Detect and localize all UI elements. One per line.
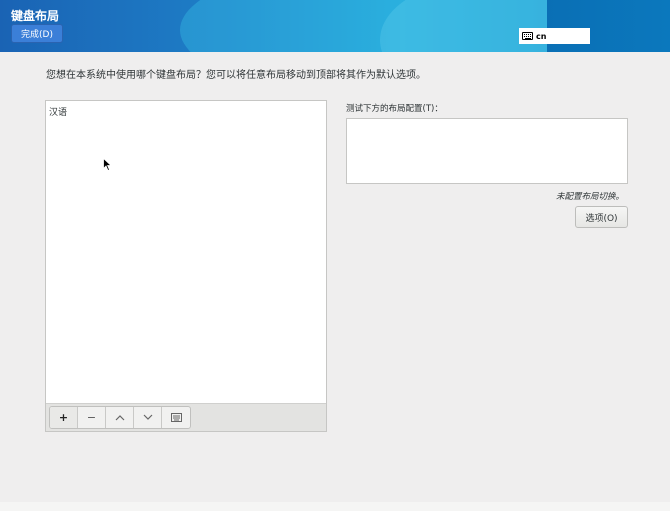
done-button[interactable]: 完成(D) [11, 24, 63, 43]
footer-strip [0, 502, 670, 511]
list-item[interactable]: 汉语 [49, 105, 67, 118]
keyboard-icon [522, 32, 533, 40]
mouse-cursor-icon [103, 158, 112, 171]
layout-list-toolbar: + − [46, 403, 326, 431]
remove-layout-button[interactable]: − [78, 407, 106, 428]
header-bar: 键盘布局 完成(D) cn [0, 0, 670, 52]
page-title: 键盘布局 [11, 9, 60, 23]
minus-icon: − [86, 411, 97, 424]
layout-prompt: 您想在本系统中使用哪个键盘布局？您可以将任意布局移动到顶部将其作为默认选项。 [46, 70, 426, 81]
keyboard-layout-indicator[interactable]: cn [519, 28, 590, 44]
add-layout-button[interactable]: + [50, 407, 78, 428]
test-layout-input[interactable] [346, 118, 628, 184]
test-layout-label: 测试下方的布局配置(T)： [346, 104, 443, 114]
chevron-down-icon [143, 414, 152, 420]
toolbar-button-group: + − [49, 406, 191, 429]
keyboard-preview-icon [170, 413, 182, 422]
chevron-up-icon [115, 415, 124, 421]
preview-layout-button[interactable] [162, 407, 190, 428]
layout-switch-note: 未配置布局切换。 [555, 192, 624, 202]
header-decoration [547, 0, 670, 52]
plus-icon: + [58, 411, 69, 424]
options-button[interactable]: 选项(O) [575, 206, 628, 228]
layout-list[interactable]: 汉语 + − [45, 100, 327, 432]
move-up-button[interactable] [106, 407, 134, 428]
keyboard-layout-code: cn [536, 31, 547, 41]
move-down-button[interactable] [134, 407, 162, 428]
